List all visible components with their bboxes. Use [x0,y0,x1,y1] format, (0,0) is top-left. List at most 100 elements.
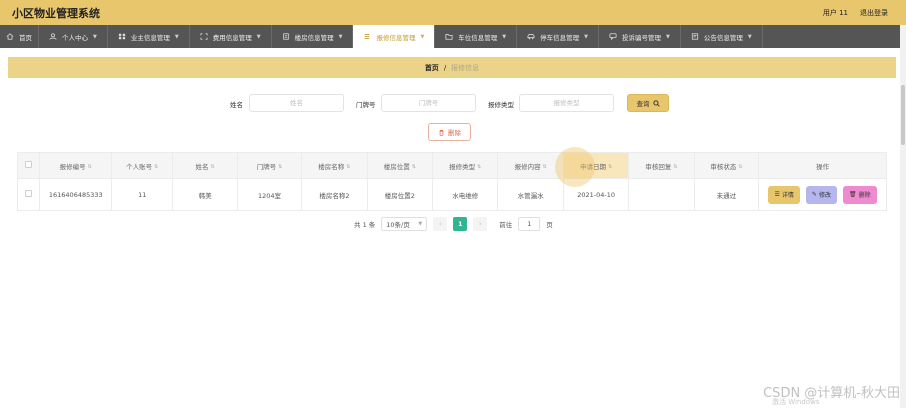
sort-icon[interactable]: ⇅ [154,164,158,170]
cursor-highlight [555,147,595,187]
col-header[interactable]: 门牌号 ⇅ [236,152,303,179]
nav-repair-info-label: 报修信息管理 [376,33,416,42]
page-size-value: 10条/页 [386,221,410,229]
top-header: 小区物业管理系统 用户 11 退出登录 [0,0,906,25]
nav-parking-space-info[interactable]: 车位信息管理 ▼ [435,25,518,48]
col-header[interactable]: 报修编号 ⇅ [39,152,113,179]
cell-door-number: 1204室 [236,178,303,211]
col-header[interactable]: 个人账号 ⇅ [111,152,174,179]
goto-label: 前往 [499,221,513,229]
vertical-scrollbar[interactable] [900,25,906,408]
cell-name: 韩美 [172,178,238,211]
document-icon [282,33,289,40]
cell-building-location: 楼房位置2 [366,178,434,211]
nav-owner-info[interactable]: 业主信息管理 ▼ [108,25,190,48]
page-number-current[interactable]: 1 [453,217,468,231]
door-number-input[interactable]: 门牌号 [381,94,476,112]
nav-parking-info[interactable]: 停车信息管理 ▼ [517,25,600,48]
pagination: 共 1 条 10条/页 ▼ ‹ 1 › 前往 1 页 [354,217,553,231]
sort-icon[interactable]: ⇅ [88,164,92,170]
nav-fee-info-label: 费用信息管理 [212,33,252,42]
door-label: 门牌号 [356,101,376,109]
nav-home[interactable]: 首页 [0,25,39,48]
chevron-down-icon: ▼ [420,33,425,40]
search-button[interactable]: 查询 [627,94,669,112]
notice-icon [691,33,698,40]
nav-fee-info[interactable]: 费用信息管理 ▼ [190,25,272,48]
col-header[interactable]: 楼房名称 ⇅ [301,152,368,179]
sort-icon[interactable]: ⇅ [346,164,350,170]
col-header-label: 报修编号 [59,162,86,171]
nav-parking-space-info-label: 车位信息管理 [458,33,498,42]
detail-button[interactable]: ☰ 详情 [768,185,800,204]
col-header-label: 姓名 [195,162,209,171]
col-header[interactable]: 审核状态 ⇅ [693,152,760,179]
sort-icon[interactable]: ⇅ [210,164,214,170]
cell-repair-content: 水管漏水 [497,178,564,211]
logout-link[interactable]: 退出登录 [860,8,888,18]
row-select-cell[interactable] [16,178,41,211]
select-all-checkbox[interactable] [25,161,33,168]
chevron-right-icon: › [478,220,482,228]
sort-icon[interactable]: ⇅ [543,164,547,170]
prev-page-button[interactable]: ‹ [433,217,448,231]
repair-table: 报修编号 ⇅ 个人账号 ⇅ 姓名 ⇅ 门牌号 ⇅ 楼房名称 ⇅ 楼房位置 ⇅ 报修类型 ⇅ 报… [16,152,887,211]
sort-icon[interactable]: ⇅ [412,164,416,170]
col-header-label: 报修内容 [514,162,541,171]
user-label[interactable]: 用户 11 [823,8,848,18]
name-label: 姓名 [230,101,243,109]
app-title: 小区物业管理系统 [12,6,100,20]
cell-building-name: 楼房名称2 [301,178,368,211]
csdn-watermark: CSDN @计算机-秋大田 [763,386,900,401]
batch-delete-button[interactable]: 删除 [428,123,471,141]
repair-type-label: 报修类型 [488,101,514,109]
edit-button[interactable]: ✎ 修改 [805,185,837,204]
sort-icon[interactable]: ⇅ [477,164,481,170]
cell-repair-id: 1616406485333 [39,178,113,211]
col-header-label: 个人账号 [126,162,153,171]
col-header[interactable]: 姓名 ⇅ [172,152,238,179]
chevron-down-icon: ▼ [502,33,507,40]
next-page-button[interactable]: › [473,217,488,231]
col-header-label: 楼房位置 [383,162,410,171]
breadcrumb-current: 报修信息 [451,63,480,72]
nav-repair-info[interactable]: 报修信息管理 ▼ [353,25,436,48]
nav-personal-center[interactable]: 个人中心 ▼ [39,25,108,48]
cell-actions: ☰ 详情 ✎ 修改 🗑 删除 [758,178,887,211]
col-header-label: 楼房名称 [318,162,345,171]
nav-notice-info[interactable]: 公告信息管理 ▼ [681,25,763,48]
col-header-label: 门牌号 [256,162,277,171]
goto-page-input[interactable]: 1 [518,217,541,231]
col-header[interactable]: 审核回复 ⇅ [628,152,695,179]
repair-type-input[interactable]: 报修类型 [519,94,614,112]
nav-complaint-info[interactable]: 投诉骗号管理 ▼ [599,25,681,48]
nav-notice-info-label: 公告信息管理 [703,33,743,42]
scrollbar-thumb[interactable] [901,85,905,145]
page-size-select[interactable]: 10条/页 ▼ [381,217,428,231]
frame-icon [200,33,208,40]
breadcrumb-home[interactable]: 首页 [425,63,439,73]
chevron-down-icon: ▼ [666,33,670,40]
chevron-down-icon: ▼ [174,33,179,40]
chevron-down-icon: ▼ [93,33,97,40]
col-header[interactable]: 报修内容 ⇅ [497,152,564,179]
trash-icon [439,129,444,136]
delete-label: 删除 [858,192,871,199]
name-input[interactable]: 姓名 [249,94,344,112]
col-header[interactable]: 报修类型 ⇅ [432,152,499,179]
edit-icon: ✎ [811,191,817,198]
sort-icon[interactable]: ⇅ [673,164,677,170]
breadcrumb: 首页 / 报修信息 [8,57,896,78]
sort-icon[interactable]: ⇅ [738,164,742,170]
cell-review-reply [628,178,695,211]
table-row: 1616406485333 11 韩美 1204室 楼房名称2 楼房位置2 水电… [16,178,887,211]
sort-icon[interactable]: ⇅ [278,164,282,170]
select-all-cell[interactable] [16,152,41,179]
edit-label: 修改 [818,192,831,199]
col-header-label: 审核回复 [645,162,672,171]
row-checkbox[interactable] [25,190,33,197]
sort-icon[interactable]: ⇅ [608,164,612,170]
col-header[interactable]: 楼房位置 ⇅ [366,152,434,179]
nav-building-info[interactable]: 楼房信息管理 ▼ [272,25,354,48]
delete-button[interactable]: 🗑 删除 [843,185,877,204]
